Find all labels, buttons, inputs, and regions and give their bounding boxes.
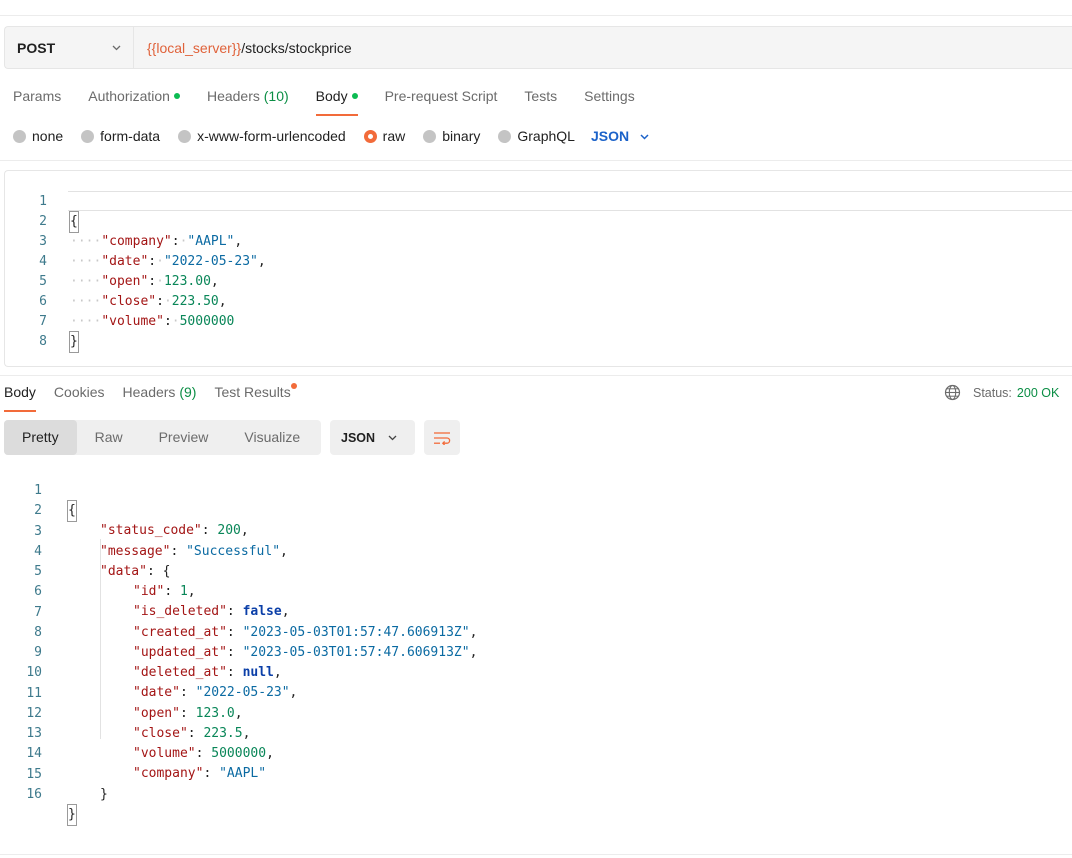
tab-response-headers[interactable]: Headers (9) xyxy=(123,384,197,411)
wrap-lines-button[interactable] xyxy=(424,420,460,455)
tab-response-body[interactable]: Body xyxy=(4,384,36,412)
globe-icon[interactable] xyxy=(944,384,961,401)
response-headers-count: (9) xyxy=(179,384,197,400)
code-line: 14 "company": "AAPL" xyxy=(26,746,267,781)
chevron-down-icon xyxy=(388,435,397,441)
tab-settings[interactable]: Settings xyxy=(584,88,635,115)
radio-graphql[interactable] xyxy=(498,129,512,143)
divider xyxy=(0,375,1072,376)
tab-authorization[interactable]: Authorization xyxy=(88,88,180,115)
method-label: POST xyxy=(17,39,56,56)
tab-params[interactable]: Params xyxy=(13,88,61,115)
response-view-modes: Pretty Raw Preview Visualize xyxy=(4,420,321,455)
mode-graphql[interactable]: GraphQL xyxy=(498,128,575,144)
view-preview[interactable]: Preview xyxy=(141,420,227,455)
wrap-lines-icon xyxy=(434,431,451,445)
code-line: 13 "volume": 5000000, xyxy=(26,726,274,761)
code-line: 4 "data": { xyxy=(34,544,171,579)
code-line: 5 "id": 1, xyxy=(34,564,196,599)
code-line: 2 ····"company":·"AAPL", xyxy=(39,214,243,249)
code-line: 2 "status_code": 200, xyxy=(34,503,249,538)
request-tabs: Params Authorization Headers (10) Body P… xyxy=(13,88,662,116)
code-line: 1 { xyxy=(5,172,79,233)
code-line: 5 ····"close":·223.50, xyxy=(39,274,227,309)
status-label: Status: xyxy=(973,385,1012,400)
tab-test-results[interactable]: Test Results xyxy=(214,383,297,411)
request-url-bar: POST {{local_server}}/stocks/stockprice xyxy=(4,26,1072,69)
code-line: 12 "close": 223.5, xyxy=(26,706,251,741)
body-mode-selector: none form-data x-www-form-urlencoded raw… xyxy=(13,128,650,144)
request-body-editor[interactable]: 1 { 2 ····"company":·"AAPL", 3 ····"date… xyxy=(4,170,1072,367)
chevron-down-icon xyxy=(640,133,649,140)
code-line: 6 "is_deleted": false, xyxy=(34,584,290,619)
view-pretty[interactable]: Pretty xyxy=(4,420,77,455)
code-line: 3 ····"date":·"2022-05-23", xyxy=(39,234,266,269)
radio-form-data[interactable] xyxy=(81,129,95,143)
radio-binary[interactable] xyxy=(423,129,437,143)
body-indicator-dot xyxy=(351,93,358,100)
top-divider xyxy=(0,15,1072,16)
test-results-indicator-dot xyxy=(290,383,297,389)
tab-pre-request-script[interactable]: Pre-request Script xyxy=(385,88,498,115)
response-format-select[interactable]: JSON xyxy=(330,420,415,455)
url-variable: {{local_server}} xyxy=(147,39,242,56)
code-line: 7 "created_at": "2023-05-03T01:57:47.606… xyxy=(34,605,478,640)
code-line: 16 } xyxy=(0,765,77,826)
code-line: 8 xyxy=(39,334,47,349)
code-line: 4 ····"open":·123.00, xyxy=(39,254,219,289)
code-line: 11 "open": 123.0, xyxy=(26,686,243,721)
response-status: Status: 200 OK xyxy=(944,384,1059,401)
mode-raw[interactable]: raw xyxy=(363,128,405,144)
radio-none[interactable] xyxy=(13,129,26,143)
headers-count: (10) xyxy=(263,88,289,104)
response-tabs: Body Cookies Headers (9) Test Results xyxy=(4,383,309,412)
url-path: /stocks/stockprice xyxy=(241,39,352,56)
radio-urlencoded[interactable] xyxy=(178,129,192,143)
code-line: 8 "updated_at": "2023-05-03T01:57:47.606… xyxy=(34,625,478,660)
url-input[interactable]: {{local_server}}/stocks/stockprice xyxy=(134,40,352,56)
code-line: 3 "message": "Successful", xyxy=(34,524,288,559)
current-line-highlight xyxy=(68,191,1072,211)
mode-none[interactable]: none xyxy=(13,128,63,144)
code-line: 10 "date": "2022-05-23", xyxy=(26,665,298,700)
radio-raw[interactable] xyxy=(363,129,377,143)
mode-urlencoded[interactable]: x-www-form-urlencoded xyxy=(178,128,346,144)
tab-tests[interactable]: Tests xyxy=(524,88,557,115)
status-value[interactable]: 200 OK xyxy=(1017,386,1059,400)
code-line: 15 } xyxy=(26,767,108,802)
code-line: 6 ····"volume":·5000000 xyxy=(39,294,235,329)
view-raw[interactable]: Raw xyxy=(77,420,141,455)
response-body-viewer[interactable]: 1 { 2 "status_code": 200, 3 "message": "… xyxy=(0,461,1072,826)
tab-body[interactable]: Body xyxy=(315,88,358,116)
mode-form-data[interactable]: form-data xyxy=(81,128,160,144)
code-line: 7 } xyxy=(5,292,79,353)
body-format-select[interactable]: JSON xyxy=(591,128,650,144)
mode-binary[interactable]: binary xyxy=(423,128,480,144)
tab-headers[interactable]: Headers (10) xyxy=(207,88,289,115)
method-select[interactable]: POST xyxy=(5,27,134,68)
code-line: 1 { xyxy=(0,461,77,522)
bottom-divider xyxy=(0,854,1072,855)
authorization-indicator-dot xyxy=(173,93,180,100)
divider xyxy=(0,160,1072,161)
tab-cookies[interactable]: Cookies xyxy=(54,384,105,411)
chevron-down-icon xyxy=(112,45,121,51)
code-line: 9 "deleted_at": null, xyxy=(34,645,282,680)
view-visualize[interactable]: Visualize xyxy=(226,420,318,455)
